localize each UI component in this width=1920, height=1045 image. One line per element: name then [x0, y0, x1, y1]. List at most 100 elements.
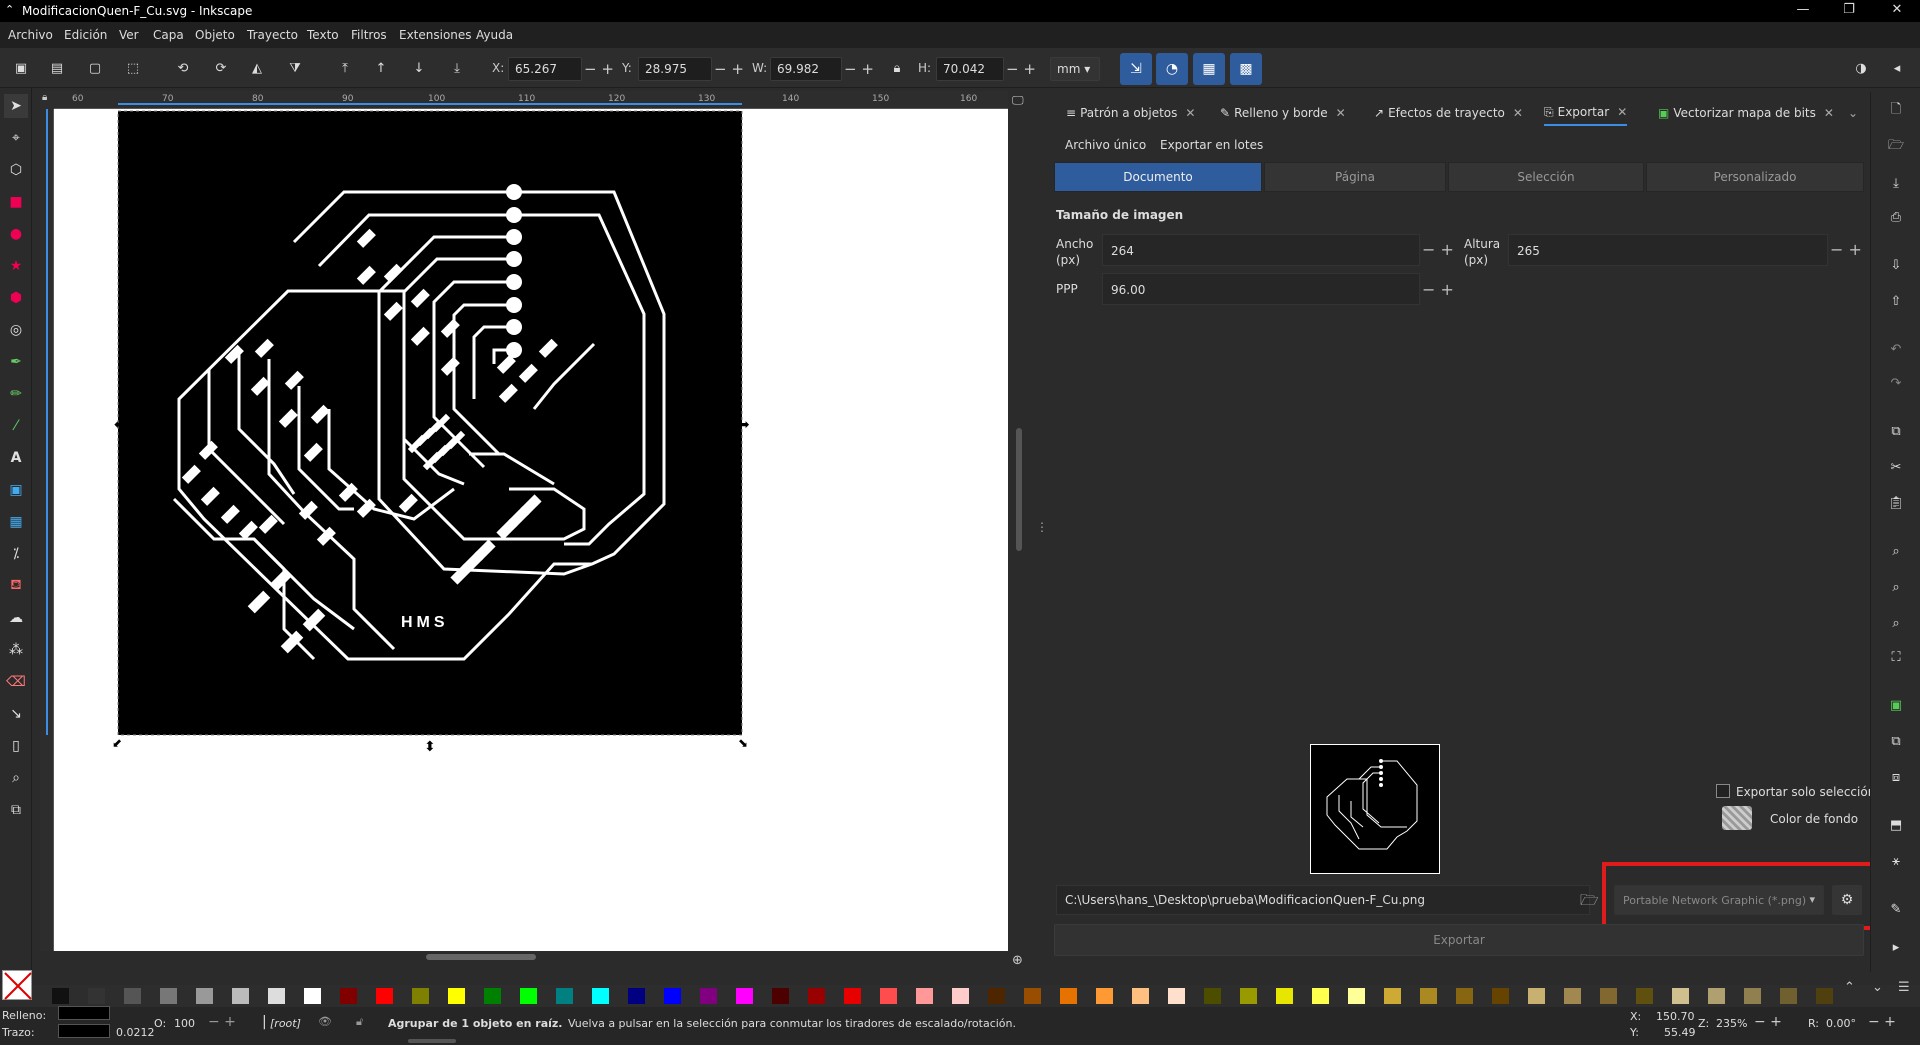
- layer-name[interactable]: [root]: [270, 1017, 301, 1030]
- filepath-field[interactable]: C:\Users\hans_\Desktop\prueba\Modificaci…: [1056, 885, 1590, 915]
- spiral-tool-icon[interactable]: ◎: [4, 318, 28, 342]
- palette-swatch[interactable]: [952, 988, 969, 1004]
- palette-swatch[interactable]: [844, 988, 861, 1004]
- menu-objeto[interactable]: Objeto: [195, 28, 235, 42]
- group-icon[interactable]: ⬒: [1885, 814, 1907, 836]
- format-select[interactable]: Portable Network Graphic (*.png) ▾: [1614, 885, 1824, 915]
- lower-icon[interactable]: ↓: [408, 57, 430, 79]
- pcb-background[interactable]: [118, 111, 742, 735]
- menu-ayuda[interactable]: Ayuda: [476, 28, 513, 42]
- palette-swatch[interactable]: [700, 988, 717, 1004]
- redo-icon[interactable]: ↷: [1885, 372, 1907, 394]
- width-stepper[interactable]: − +: [1422, 240, 1454, 259]
- visibility-icon[interactable]: 👁︎: [318, 1015, 332, 1028]
- height-stepper[interactable]: − +: [1830, 240, 1862, 259]
- export-cmd-icon[interactable]: ⇧: [1885, 290, 1907, 312]
- open-icon[interactable]: 🗁︎: [1885, 136, 1907, 158]
- palette-swatch[interactable]: [1204, 988, 1221, 1004]
- lock-icon[interactable]: 🔒︎: [886, 57, 908, 79]
- flip-horizontal-icon[interactable]: ◭: [246, 57, 268, 79]
- palette-menu-icon[interactable]: ☰: [1898, 980, 1910, 995]
- tab-efectos-trayecto[interactable]: ↗ Efectos de trayecto ✕: [1374, 100, 1523, 126]
- scale-handle-s[interactable]: ⬍: [424, 739, 436, 755]
- palette-swatch[interactable]: [772, 988, 789, 1004]
- snap-icon[interactable]: ◑: [1850, 57, 1872, 79]
- palette-swatch[interactable]: [232, 988, 249, 1004]
- zoom-value[interactable]: 235%: [1716, 1017, 1747, 1030]
- palette-swatch[interactable]: [988, 988, 1005, 1004]
- commands-toggle-icon[interactable]: ◂: [1886, 57, 1908, 79]
- palette-swatch[interactable]: [1564, 988, 1581, 1004]
- close-button[interactable]: ✕: [1882, 2, 1912, 17]
- area-seleccion[interactable]: Selección: [1448, 162, 1644, 192]
- touch-select-icon[interactable]: ⬚: [122, 57, 144, 79]
- zoom-stepper[interactable]: − +: [1754, 1014, 1782, 1030]
- box3d-tool-icon[interactable]: ⬢: [4, 286, 28, 310]
- height-field[interactable]: 265: [1508, 234, 1828, 266]
- palette-swatch[interactable]: [628, 988, 645, 1004]
- width-field[interactable]: 264: [1102, 234, 1420, 266]
- scale-handle-se[interactable]: ⬊: [738, 736, 748, 750]
- palette-swatch[interactable]: [736, 988, 753, 1004]
- area-pagina[interactable]: Página: [1264, 162, 1446, 192]
- pencil-tool-icon[interactable]: ✏: [4, 382, 28, 406]
- expand-icon[interactable]: ▸: [1885, 936, 1907, 958]
- menu-texto[interactable]: Texto: [307, 28, 339, 42]
- menu-trayecto[interactable]: Trayecto: [247, 28, 298, 42]
- transform-gradients-icon[interactable]: ▦: [1193, 53, 1225, 85]
- zoom-center-icon[interactable]: ⛶: [1885, 646, 1907, 668]
- lock-layer-icon[interactable]: 🔓︎: [356, 1015, 363, 1029]
- tabs-overflow-icon[interactable]: ⌄: [1848, 100, 1858, 126]
- y-field[interactable]: 28.975: [638, 57, 712, 81]
- palette-swatch[interactable]: [376, 988, 393, 1004]
- palette-swatch[interactable]: [1744, 988, 1761, 1004]
- palette-swatch[interactable]: [880, 988, 897, 1004]
- restore-button[interactable]: ❐: [1834, 2, 1864, 17]
- select-all-layers-icon[interactable]: ▤: [46, 57, 68, 79]
- palette-swatch[interactable]: [1312, 988, 1329, 1004]
- rotation-stepper[interactable]: − +: [1868, 1014, 1896, 1030]
- dropper-tool-icon[interactable]: ⁒: [4, 542, 28, 566]
- zoom-selection-icon[interactable]: ⌕: [1885, 540, 1907, 562]
- palette-swatch[interactable]: [340, 988, 357, 1004]
- menu-ver[interactable]: Ver: [119, 28, 139, 42]
- palette-swatch[interactable]: [520, 988, 537, 1004]
- menu-edicion[interactable]: Edición: [64, 28, 107, 42]
- h-stepper[interactable]: − +: [1006, 60, 1036, 78]
- canvas[interactable]: HMS ⬌ ⬌ ⬍ ⬋ ⬊: [54, 109, 1008, 951]
- spray-tool-icon[interactable]: ⁂: [4, 638, 28, 662]
- raise-top-icon[interactable]: ⤒: [334, 57, 356, 79]
- text-tool-icon[interactable]: A: [4, 446, 28, 470]
- stroke-swatch[interactable]: [58, 1024, 110, 1038]
- menu-archivo[interactable]: Archivo: [8, 28, 53, 42]
- palette-swatch[interactable]: [1672, 988, 1689, 1004]
- shape-builder-icon[interactable]: ⬡: [4, 158, 28, 182]
- import-icon[interactable]: ⇩: [1885, 254, 1907, 276]
- display-mode-icon[interactable]: 🖵︎: [1012, 93, 1024, 108]
- opacity-stepper[interactable]: − +: [208, 1014, 236, 1030]
- palette-swatch[interactable]: [1816, 988, 1833, 1004]
- paste-icon[interactable]: 📋︎: [1885, 492, 1907, 514]
- scale-handle-sw[interactable]: ⬋: [112, 736, 122, 750]
- select-all-icon[interactable]: ▣: [10, 57, 32, 79]
- palette-swatch[interactable]: [124, 988, 141, 1004]
- palette-swatch[interactable]: [52, 988, 69, 1004]
- tab-exportar[interactable]: ⎘ Exportar ✕: [1544, 100, 1628, 126]
- mesh-tool-icon[interactable]: ▦: [4, 510, 28, 534]
- rotate-cw-icon[interactable]: ⟳: [210, 57, 232, 79]
- palette-swatch[interactable]: [1240, 988, 1257, 1004]
- palette-swatch[interactable]: [448, 988, 465, 1004]
- color-manage-icon[interactable]: ⊕: [1012, 953, 1023, 968]
- palette-swatch[interactable]: [592, 988, 609, 1004]
- folder-icon[interactable]: 🗁︎: [1580, 890, 1599, 915]
- no-paint-swatch[interactable]: [2, 970, 32, 1000]
- palette-swatch[interactable]: [1276, 988, 1293, 1004]
- palette-swatch[interactable]: [664, 988, 681, 1004]
- selector-tool-icon[interactable]: ➤: [4, 94, 28, 118]
- zoom-page-icon[interactable]: ⌕: [1885, 612, 1907, 634]
- palette-swatch[interactable]: [1024, 988, 1041, 1004]
- tab-relleno-borde[interactable]: ✎ Relleno y borde ✕: [1220, 100, 1346, 126]
- palette-swatch[interactable]: [1348, 988, 1365, 1004]
- palette-swatch[interactable]: [808, 988, 825, 1004]
- x-field[interactable]: 65.267: [508, 57, 582, 81]
